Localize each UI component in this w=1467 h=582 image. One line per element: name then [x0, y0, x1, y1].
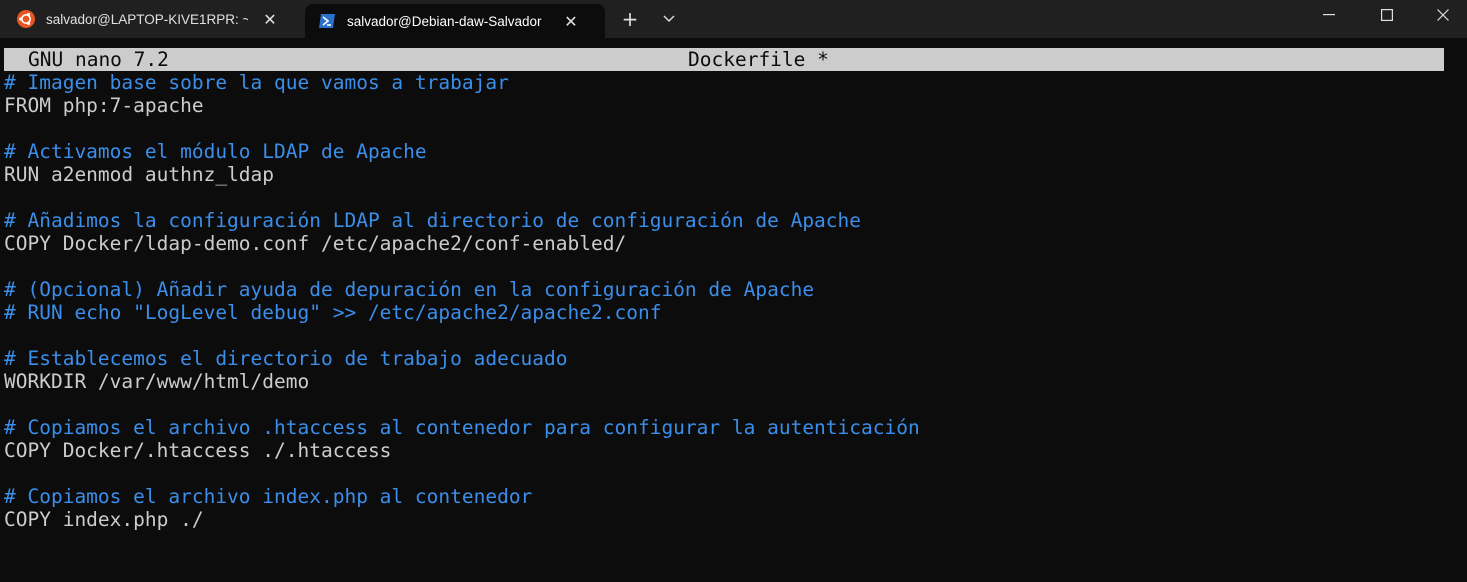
tab-title: salvador@Debian-daw-Salvador [347, 13, 542, 29]
tab-ubuntu[interactable]: salvador@LAPTOP-KIVE1RPR: ~ ✕ [4, 0, 300, 38]
editor-content[interactable]: # Imagen base sobre la que vamos a traba… [4, 71, 920, 531]
tab-title: salvador@LAPTOP-KIVE1RPR: ~ [46, 11, 248, 27]
comment-line: # Establecemos el directorio de trabajo … [4, 347, 568, 370]
title-bar: salvador@LAPTOP-KIVE1RPR: ~ ✕ salvador@D… [0, 0, 1467, 38]
close-icon[interactable]: ✕ [258, 7, 282, 31]
comment-line: # Imagen base sobre la que vamos a traba… [4, 71, 509, 94]
terminal-pane[interactable]: GNU nano 7.2 Dockerfile * # Imagen base … [0, 38, 1467, 582]
comment-line: # Añadimos la configuración LDAP al dire… [4, 209, 862, 232]
code-line: FROM php:7-apache [4, 94, 204, 117]
ubuntu-icon [16, 9, 36, 29]
nano-version: GNU nano 7.2 [28, 48, 169, 71]
powershell-icon [317, 11, 337, 31]
comment-line: # (Opcional) Añadir ayuda de depuración … [4, 278, 815, 301]
comment-line: # Activamos el módulo LDAP de Apache [4, 140, 427, 163]
nano-filename: Dockerfile * [688, 48, 829, 71]
comment-line: # RUN echo "LogLevel debug" >> /etc/apac… [4, 301, 662, 324]
close-icon[interactable]: ✕ [559, 9, 583, 33]
code-line: WORKDIR /var/www/html/demo [4, 370, 310, 393]
comment-line: # Copiamos el archivo index.php al conte… [4, 485, 533, 508]
code-line: COPY Docker/.htaccess ./.htaccess [4, 439, 392, 462]
nano-header: GNU nano 7.2 Dockerfile * [4, 48, 1444, 71]
chevron-down-icon[interactable] [655, 6, 683, 32]
new-tab-button[interactable]: + [616, 6, 644, 32]
maximize-button[interactable] [1364, 0, 1410, 30]
code-line: COPY index.php ./ [4, 508, 204, 531]
code-line: RUN a2enmod authnz_ldap [4, 163, 275, 186]
comment-line: # Copiamos el archivo .htaccess al conte… [4, 416, 920, 439]
tab-debian[interactable]: salvador@Debian-daw-Salvador ✕ [305, 4, 605, 38]
close-window-button[interactable] [1420, 0, 1466, 30]
minimize-button[interactable] [1306, 0, 1352, 30]
code-line: COPY Docker/ldap-demo.conf /etc/apache2/… [4, 232, 627, 255]
